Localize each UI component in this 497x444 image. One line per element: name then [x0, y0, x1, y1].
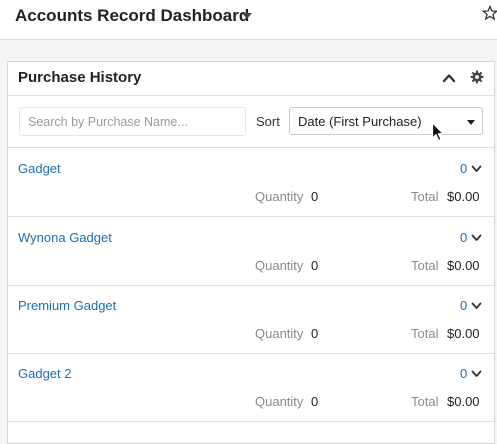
list-item: Premium Gadget 0 Quantity 0 Total $0.00 — [8, 286, 494, 354]
star-icon[interactable] — [482, 4, 497, 22]
purchase-name-link[interactable]: Wynona Gadget — [18, 230, 112, 245]
chevron-down-icon[interactable] — [471, 234, 482, 242]
chevron-down-icon[interactable] — [471, 370, 482, 378]
list-item: Wynona Gadget 0 Quantity 0 Total $0.00 — [8, 218, 494, 286]
quantity-value: 0 — [311, 394, 319, 409]
chevron-up-icon[interactable] — [442, 72, 456, 84]
sort-label: Sort — [256, 114, 280, 129]
quantity-value: 0 — [311, 258, 319, 273]
total-label: Total — [411, 394, 439, 409]
dashlet-controls: Sort Date (First Purchase) — [8, 97, 494, 148]
purchase-name-link[interactable]: Gadget — [18, 161, 61, 176]
quantity-label: Quantity — [255, 189, 304, 204]
total-value: $0.00 — [447, 394, 480, 409]
dashlet-header: Purchase History — [8, 62, 494, 96]
purchase-count[interactable]: 0 — [460, 230, 467, 245]
purchase-history-dashlet: Purchase History Sort Date (First Purcha… — [7, 61, 495, 444]
purchase-count[interactable]: 0 — [460, 298, 467, 313]
chevron-down-icon[interactable] — [471, 302, 482, 310]
total-value: $0.00 — [447, 326, 480, 341]
dashboard-header: Accounts Record Dashboard — [0, 0, 497, 40]
list-item: Gadget 2 0 Quantity 0 Total $0.00 — [8, 354, 494, 422]
purchase-name-link[interactable]: Premium Gadget — [18, 298, 116, 313]
purchase-count[interactable]: 0 — [460, 161, 467, 176]
quantity-label: Quantity — [255, 394, 304, 409]
caret-down-icon — [467, 120, 475, 125]
sort-dropdown[interactable]: Date (First Purchase) — [289, 107, 483, 135]
total-label: Total — [411, 326, 439, 341]
dashboard-title: Accounts Record Dashboard — [15, 6, 250, 25]
chevron-down-icon[interactable] — [471, 165, 482, 173]
quantity-value: 0 — [311, 189, 319, 204]
gear-icon[interactable] — [470, 70, 484, 84]
search-input[interactable] — [19, 107, 246, 136]
quantity-value: 0 — [311, 326, 319, 341]
caret-down-icon[interactable] — [242, 13, 252, 19]
quantity-label: Quantity — [255, 326, 304, 341]
purchase-count[interactable]: 0 — [460, 366, 467, 381]
sort-selected-value: Date (First Purchase) — [298, 114, 422, 129]
purchase-name-link[interactable]: Gadget 2 — [18, 366, 72, 381]
total-label: Total — [411, 189, 439, 204]
total-label: Total — [411, 258, 439, 273]
quantity-label: Quantity — [255, 258, 304, 273]
cursor-icon — [431, 122, 444, 142]
total-value: $0.00 — [447, 189, 480, 204]
total-value: $0.00 — [447, 258, 480, 273]
dashlet-title: Purchase History — [18, 69, 142, 86]
list-item: Gadget 0 Quantity 0 Total $0.00 — [8, 149, 494, 217]
